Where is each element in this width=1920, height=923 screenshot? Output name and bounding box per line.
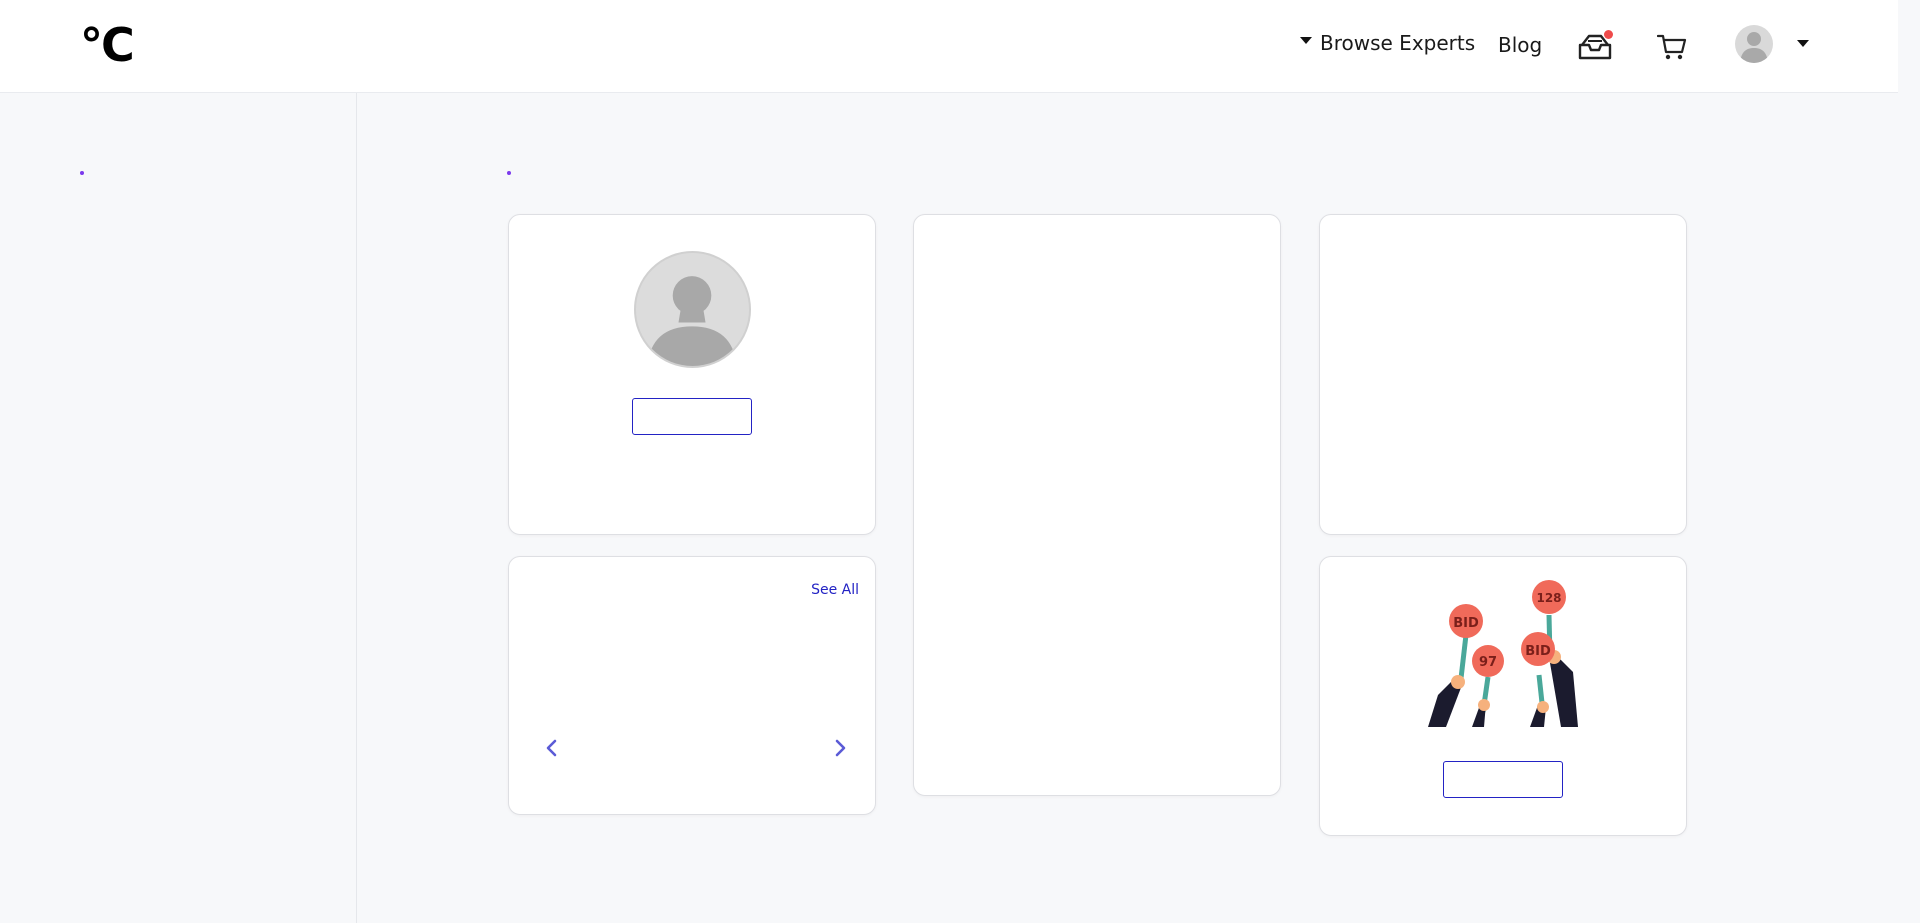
bid-action-button[interactable]: [1443, 761, 1563, 798]
carousel-card: See All: [508, 556, 876, 815]
see-all-link[interactable]: See All: [811, 582, 859, 598]
notification-badge: [1604, 30, 1613, 39]
profile-card: [508, 214, 876, 535]
middle-card: [913, 214, 1281, 796]
loading-dot: [507, 171, 511, 175]
paddle-label: BID: [1453, 616, 1479, 631]
top-navigation-bar: °C Browse Experts Blog: [0, 0, 1898, 93]
paddle-label: 97: [1479, 655, 1497, 670]
paddle-label: BID: [1525, 644, 1551, 659]
chevron-right-icon[interactable]: [829, 737, 851, 759]
paddle-label: 128: [1536, 591, 1561, 605]
left-sidebar: [0, 93, 357, 923]
caret-down-icon[interactable]: [1797, 40, 1809, 47]
shopping-cart-icon[interactable]: [1657, 33, 1687, 61]
user-avatar-icon[interactable]: [1735, 25, 1773, 63]
right-card: [1319, 214, 1687, 535]
profile-action-button[interactable]: [632, 398, 752, 435]
browse-experts-label: Browse Experts: [1320, 31, 1476, 55]
caret-down-icon: [1300, 36, 1312, 44]
profile-avatar: [634, 251, 751, 368]
bidding-paddles-illustration: BID 97 128 BID: [1428, 580, 1578, 727]
site-logo[interactable]: °C: [80, 22, 135, 68]
chevron-left-icon[interactable]: [541, 737, 563, 759]
bid-card: BID 97 128 BID: [1319, 556, 1687, 836]
loading-dot: [80, 171, 84, 175]
blog-link[interactable]: Blog: [1498, 33, 1542, 57]
browse-experts-menu[interactable]: Browse Experts: [1300, 31, 1475, 55]
